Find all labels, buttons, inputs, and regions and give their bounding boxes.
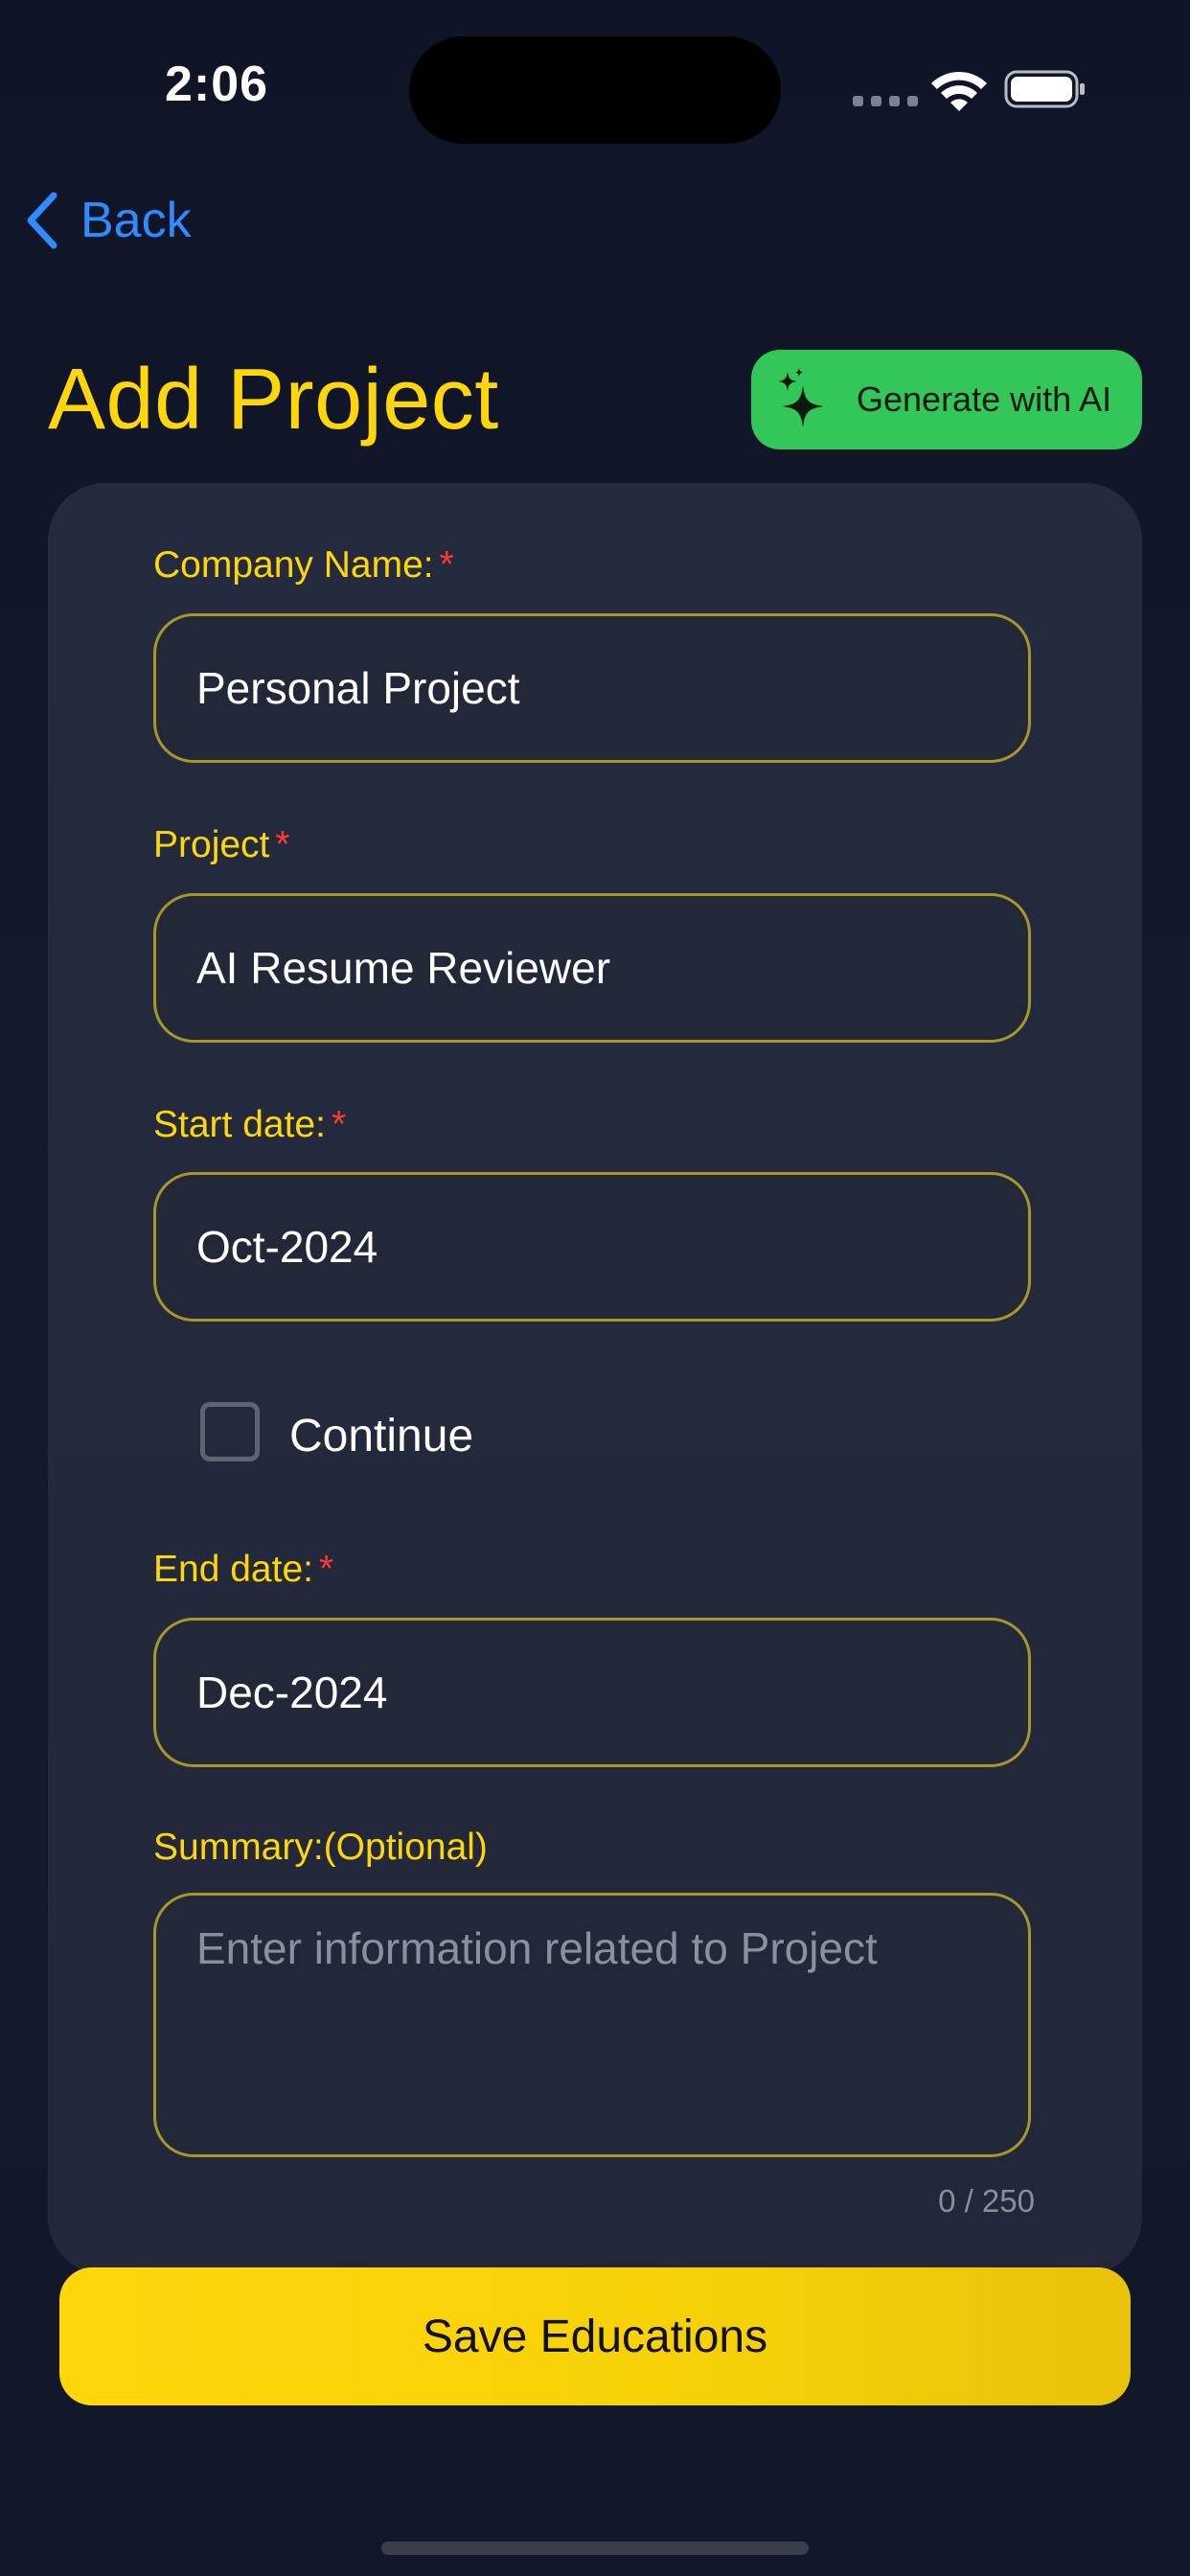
save-educations-button[interactable]: Save Educations	[59, 2267, 1131, 2405]
summary-label: Summary:(Optional)	[153, 1827, 488, 1869]
summary-character-counter: 0 / 250	[938, 2183, 1035, 2219]
end-date-input[interactable]: Dec-2024	[153, 1618, 1031, 1767]
cellular-signal-icon	[853, 96, 918, 106]
summary-textarea[interactable]: Enter information related to Project	[153, 1893, 1031, 2157]
status-time: 2:06	[165, 57, 269, 112]
project-value: AI Resume Reviewer	[196, 943, 611, 993]
project-input[interactable]: AI Resume Reviewer	[153, 893, 1031, 1043]
project-label-text: Project	[153, 824, 270, 865]
end-date-value: Dec-2024	[196, 1668, 388, 1717]
chevron-left-icon	[27, 192, 57, 249]
required-mark: *	[318, 1549, 334, 1590]
company-name-input[interactable]: Personal Project	[153, 613, 1031, 763]
company-name-label-text: Company Name:	[153, 544, 434, 586]
required-mark: *	[275, 824, 290, 865]
page-title: Add Project	[48, 352, 499, 448]
generate-with-ai-button[interactable]: Generate with AI	[751, 350, 1142, 449]
summary-placeholder: Enter information related to Project	[196, 1923, 878, 1973]
required-mark: *	[331, 1104, 347, 1145]
start-date-label-text: Start date:	[153, 1104, 326, 1145]
home-indicator	[381, 2542, 809, 2555]
start-date-value: Oct-2024	[196, 1222, 378, 1272]
summary-label-text: Summary:(Optional)	[153, 1827, 488, 1868]
continue-label[interactable]: Continue	[289, 1410, 473, 1462]
company-name-label: Company Name: *	[153, 544, 454, 586]
company-name-value: Personal Project	[196, 663, 520, 713]
continue-checkbox[interactable]	[200, 1402, 260, 1461]
required-mark: *	[439, 544, 454, 586]
battery-icon	[1004, 70, 1085, 108]
save-educations-label: Save Educations	[422, 2311, 768, 2362]
start-date-label: Start date: *	[153, 1104, 346, 1146]
generate-with-ai-label: Generate with AI	[857, 380, 1112, 419]
project-label: Project *	[153, 824, 290, 866]
sparkles-icon	[778, 368, 824, 427]
back-label: Back	[80, 193, 192, 248]
start-date-input[interactable]: Oct-2024	[153, 1172, 1031, 1322]
end-date-label: End date: *	[153, 1549, 333, 1591]
end-date-label-text: End date:	[153, 1549, 313, 1590]
wifi-icon	[931, 71, 987, 111]
dynamic-island	[409, 36, 781, 144]
back-button[interactable]: Back	[23, 192, 192, 249]
